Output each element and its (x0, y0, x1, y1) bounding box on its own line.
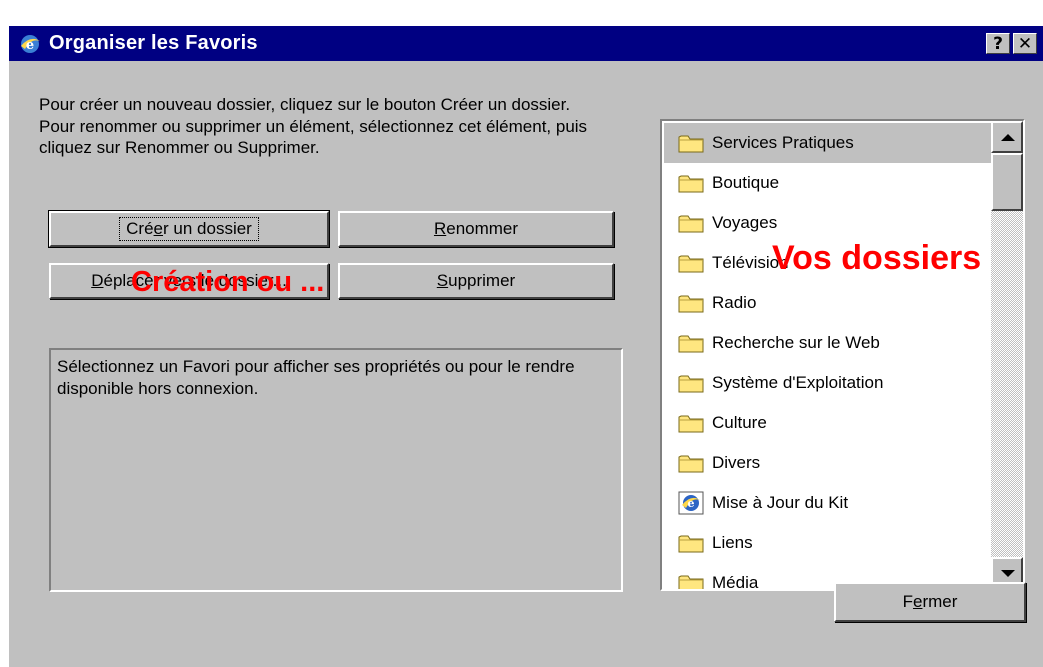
create-folder-label: Créer un dossier (119, 217, 259, 241)
folder-list-item[interactable]: Boutique (666, 163, 994, 203)
delete-label: Supprimer (436, 271, 516, 290)
folder-icon (678, 175, 704, 193)
folder-icon (678, 135, 704, 153)
folders-annotation: Vos dossiers (772, 239, 982, 277)
folder-list: Services Pratiques Boutique Voyages Télévis… (664, 123, 994, 591)
folder-label: Voyages (712, 213, 778, 232)
scroll-up-button[interactable] (991, 121, 1023, 153)
folder-icon (678, 455, 704, 473)
creation-annotation: Création ou ... (131, 266, 325, 298)
folder-label: Boutique (712, 173, 780, 192)
dialog-title: Organiser les Favoris (49, 32, 258, 54)
instructions-text: Pour créer un nouveau dossier, cliquez s… (39, 95, 588, 157)
folder-icon (678, 535, 704, 553)
folder-icon (678, 335, 704, 353)
folder-list-item[interactable]: Voyages (666, 203, 994, 243)
ie-link-icon: e (678, 491, 704, 515)
folder-label: Radio (712, 293, 757, 312)
close-label: Fermer (902, 592, 958, 611)
folder-icon (678, 255, 704, 273)
close-button[interactable]: Fermer (834, 582, 1026, 622)
ie-favorites-icon: e (21, 34, 40, 53)
folder-label: Services Pratiques (712, 133, 854, 152)
help-icon: ? (993, 34, 1003, 54)
close-window-button[interactable]: ✕ (1013, 33, 1037, 54)
arrow-up-icon (1001, 134, 1015, 141)
arrow-down-icon (1001, 570, 1015, 577)
create-folder-button[interactable]: Créer un dossier (48, 210, 330, 248)
organize-favorites-dialog: e Organiser les Favoris ? ✕ Pour créer u… (8, 25, 1043, 667)
folder-label: Culture (712, 413, 767, 432)
folder-label: Recherche sur le Web (712, 333, 880, 352)
rename-label: Renommer (433, 219, 519, 238)
folder-label: Mise à Jour du Kit (712, 493, 849, 512)
folder-list-item[interactable]: Culture (666, 403, 994, 443)
title-bar[interactable]: e Organiser les Favoris ? ✕ (9, 26, 1043, 61)
delete-button[interactable]: Supprimer (338, 263, 614, 299)
properties-text: Sélectionnez un Favori pour afficher ses… (57, 357, 575, 398)
svg-text:e: e (26, 38, 34, 53)
folder-list-item[interactable]: Services Pratiques (664, 123, 994, 163)
folder-icon (678, 575, 704, 589)
folder-label: Système d'Exploitation (712, 373, 884, 392)
folder-icon (678, 375, 704, 393)
folder-list-item[interactable]: Radio (666, 283, 994, 323)
folders-listbox[interactable]: Services Pratiques Boutique Voyages Télévis… (660, 119, 1025, 591)
folder-label: Média (712, 573, 759, 591)
folder-icon (678, 215, 704, 233)
folder-label: Divers (712, 453, 761, 472)
folder-list-item[interactable]: e Mise à Jour du Kit (666, 483, 994, 523)
folder-label: Liens (712, 533, 753, 552)
help-button[interactable]: ? (986, 33, 1010, 54)
vertical-scrollbar[interactable] (991, 121, 1023, 589)
scroll-thumb[interactable] (991, 153, 1023, 211)
svg-text:e: e (688, 497, 695, 510)
close-icon: ✕ (1017, 34, 1033, 54)
folder-icon (678, 415, 704, 433)
folder-icon (678, 295, 704, 313)
folder-list-item[interactable]: Recherche sur le Web (666, 323, 994, 363)
rename-button[interactable]: Renommer (338, 211, 614, 247)
folder-list-item[interactable]: Liens (666, 523, 994, 563)
folder-list-item[interactable]: Divers (666, 443, 994, 483)
favorite-properties-panel: Sélectionnez un Favori pour afficher ses… (49, 348, 623, 592)
folder-list-item[interactable]: Système d'Exploitation (666, 363, 994, 403)
